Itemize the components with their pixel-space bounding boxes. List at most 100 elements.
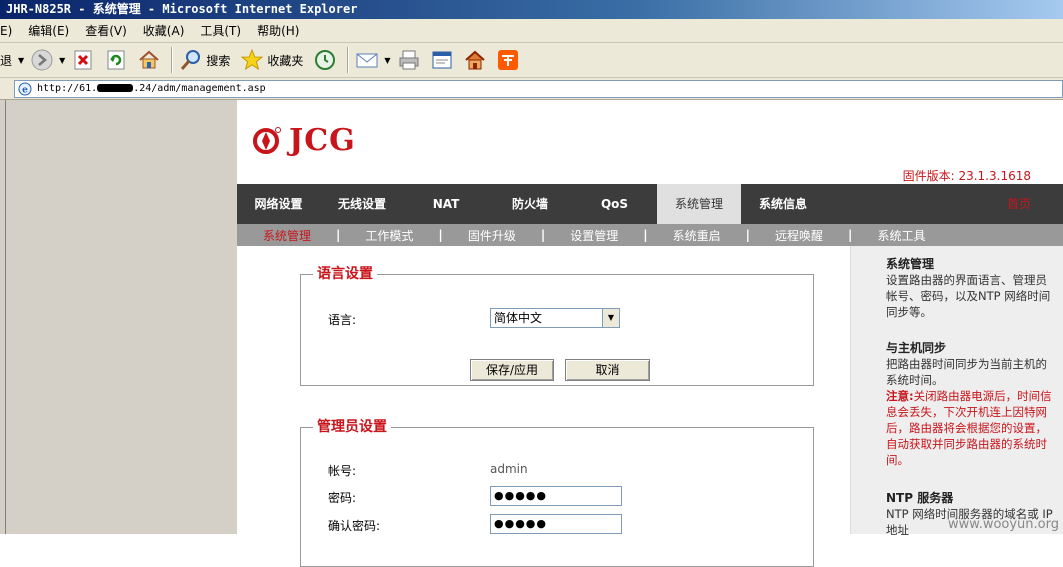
menu-bar: E) 编辑(E) 查看(V) 收藏(A) 工具(T) 帮助(H) — [0, 19, 1063, 43]
taobao-icon — [497, 50, 518, 70]
edit-page-icon — [432, 51, 452, 69]
star-icon — [240, 48, 264, 71]
back-button[interactable]: 退 ▼ — [0, 45, 27, 75]
menu-favorites[interactable]: 收藏(A) — [135, 19, 193, 43]
subnav-separator: | — [745, 228, 751, 242]
subnav-separator: | — [336, 228, 341, 242]
account-value: admin — [490, 462, 528, 476]
address-input[interactable]: e http://61. .24/adm/management.asp — [14, 80, 1063, 98]
save-apply-button[interactable]: 保存/应用 — [470, 359, 554, 381]
brand-logo: JCG — [253, 120, 356, 160]
taobao-button[interactable] — [493, 45, 526, 75]
forward-arrow-icon — [31, 49, 53, 71]
favorites-label: 收藏夹 — [267, 53, 304, 68]
help-panel: 系统管理 设置路由器的界面语言、管理员帐号、密码，以及NTP 网络时间同步等。 … — [850, 246, 1063, 537]
subnav-wake-on-lan[interactable]: 远程唤醒 — [775, 227, 823, 244]
refresh-button[interactable] — [101, 45, 134, 75]
confirm-password-field[interactable]: ●●●●● — [490, 514, 622, 534]
subnav-work-mode[interactable]: 工作模式 — [365, 227, 413, 244]
subnav-system-management[interactable]: 系统管理 — [263, 227, 311, 244]
subnav-system-reboot[interactable]: 系统重启 — [673, 227, 721, 244]
mail-icon — [356, 53, 378, 68]
account-label: 帐号: — [328, 464, 357, 478]
search-button[interactable]: 搜索 — [176, 45, 237, 75]
toolbar-separator — [171, 47, 173, 73]
mail-button[interactable]: ▼ — [352, 45, 393, 75]
edit-button[interactable] — [427, 45, 460, 75]
admin-settings-legend: 管理员设置 — [313, 418, 391, 436]
menu-tools[interactable]: 工具(T) — [192, 19, 249, 43]
help-title-ntp-server: NTP 服务器 — [886, 491, 954, 505]
subnav-config-management[interactable]: 设置管理 — [570, 227, 618, 244]
language-settings-group: 语言设置 语言: 简体中文 ▼ 保存/应用 取消 — [300, 265, 814, 386]
help-title-sync-host: 与主机同步 — [886, 341, 947, 355]
chevron-down-icon[interactable]: ▼ — [602, 309, 619, 327]
home-icon — [139, 50, 159, 69]
watermark-text: www.wooyun.org — [947, 517, 1059, 532]
home-button[interactable] — [134, 45, 167, 75]
nav-system-info[interactable]: 系统信息 — [741, 184, 825, 224]
help-title-system-management: 系统管理 — [886, 257, 935, 271]
logo-text: JCG — [289, 122, 356, 158]
menu-edit[interactable]: 编辑(E) — [20, 19, 77, 43]
url-suffix: .24/adm/management.asp — [133, 83, 266, 94]
printer-icon — [399, 50, 419, 70]
admin-settings-group: 管理员设置 帐号: admin 密码: ●●●●● 确认密码: ●●●●● — [300, 418, 814, 567]
sub-nav: 系统管理 | 工作模式 | 固件升级 | 设置管理 | 系统重启 | 远程唤醒 … — [237, 224, 1063, 246]
subnav-separator: | — [848, 228, 853, 242]
forward-button[interactable]: ▼ — [27, 45, 68, 75]
subnav-firmware-upgrade[interactable]: 固件升级 — [468, 227, 516, 244]
subnav-separator: | — [540, 228, 546, 242]
svg-text:e: e — [22, 86, 28, 96]
window-title: JHR-N825R - 系统管理 - Microsoft Internet Ex… — [6, 2, 358, 16]
password-label: 密码: — [328, 491, 357, 505]
viewport-left-edge — [0, 100, 6, 534]
nav-system-management[interactable]: 系统管理 — [657, 184, 741, 224]
chevron-down-icon[interactable]: ▼ — [59, 56, 65, 65]
toolbar: 退 ▼ ▼ 搜索 收藏夹 ▼ — [0, 43, 1063, 78]
main-nav: 网络设置 无线设置 NAT 防火墙 QoS 系统管理 系统信息 首页 — [237, 184, 1063, 224]
stop-button[interactable] — [68, 45, 101, 75]
favorites-button[interactable]: 收藏夹 — [237, 45, 310, 75]
help-note-label: 注意: — [886, 389, 914, 403]
language-selected-value: 简体中文 — [494, 311, 543, 325]
redaction-scribble — [97, 84, 134, 92]
jcg-logo-icon — [253, 127, 281, 154]
menu-view[interactable]: 查看(V) — [77, 19, 135, 43]
chevron-down-icon[interactable]: ▼ — [384, 56, 390, 65]
subnav-separator: | — [643, 228, 648, 242]
house-icon — [464, 50, 485, 70]
search-label: 搜索 — [206, 53, 231, 68]
back-label: 退 — [0, 53, 13, 68]
help-note: 注意:关闭路由器电源后，时间信息会丢失，下次开机连上因特网后，路由器将会根据您的… — [886, 388, 1057, 468]
language-settings-legend: 语言设置 — [313, 265, 377, 283]
help-text-system-management: 设置路由器的界面语言、管理员帐号、密码，以及NTP 网络时间同步等。 — [886, 273, 1051, 319]
password-field[interactable]: ●●●●● — [490, 486, 622, 506]
print-button[interactable] — [394, 45, 427, 75]
history-button[interactable] — [310, 45, 343, 75]
window-title-bar[interactable]: JHR-N825R - 系统管理 - Microsoft Internet Ex… — [0, 0, 1063, 19]
nav-network-settings[interactable]: 网络设置 — [237, 184, 320, 224]
firmware-version: 固件版本: 23.1.3.1618 — [902, 169, 1031, 183]
house-button[interactable] — [460, 45, 493, 75]
nav-firewall[interactable]: 防火墙 — [488, 184, 572, 224]
help-text-sync-host: 把路由器时间同步为当前主机的系统时间。 — [886, 357, 1047, 387]
nav-nat[interactable]: NAT — [404, 184, 488, 224]
cancel-button[interactable]: 取消 — [565, 359, 650, 381]
router-page: JCG 固件版本: 23.1.3.1618 网络设置 无线设置 NAT 防火墙 … — [237, 100, 1063, 567]
menu-file[interactable]: E) — [0, 19, 20, 43]
url-prefix: http://61. — [37, 83, 98, 94]
stop-icon — [74, 50, 92, 70]
subnav-system-tools[interactable]: 系统工具 — [877, 227, 925, 244]
nav-qos[interactable]: QoS — [572, 184, 657, 224]
language-select[interactable]: 简体中文 ▼ — [490, 308, 620, 328]
home-link[interactable]: 首页 — [1007, 184, 1031, 224]
menu-help[interactable]: 帮助(H) — [249, 19, 307, 43]
subnav-separator: | — [438, 228, 443, 242]
address-bar: e http://61. .24/adm/management.asp — [0, 78, 1063, 100]
nav-wireless-settings[interactable]: 无线设置 — [320, 184, 404, 224]
confirm-password-label: 确认密码: — [328, 519, 381, 533]
browser-viewport: JCG 固件版本: 23.1.3.1618 网络设置 无线设置 NAT 防火墙 … — [0, 100, 1063, 567]
search-icon — [181, 50, 201, 70]
chevron-down-icon[interactable]: ▼ — [18, 56, 24, 65]
